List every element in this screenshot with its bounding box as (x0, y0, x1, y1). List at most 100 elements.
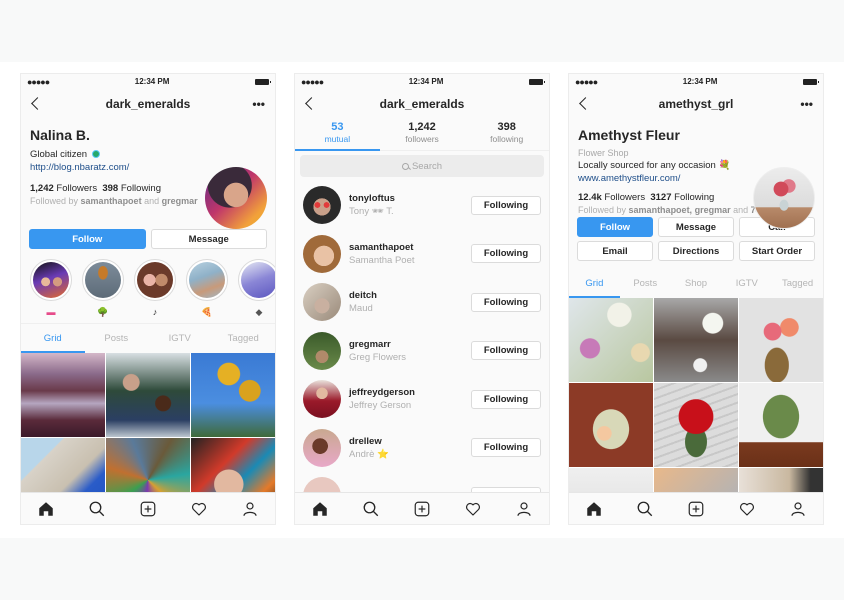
more-options-icon[interactable]: ••• (252, 97, 265, 111)
following-label[interactable]: Following (121, 183, 161, 194)
list-item[interactable]: drellew Andrè ⭐ Following (295, 424, 549, 473)
highlight-item[interactable]: 🌳 (82, 259, 124, 323)
directions-button[interactable]: Directions (658, 241, 734, 261)
message-button[interactable]: Message (658, 217, 734, 237)
followed-by-prefix: Followed by (30, 196, 79, 206)
follow-tabs: 53 mutual 1,242 followers 398 following (295, 119, 549, 151)
followed-by-user[interactable]: gregmar (695, 205, 731, 215)
follow-button[interactable]: Follow (577, 217, 653, 237)
profile-avatar[interactable] (205, 167, 267, 229)
search-icon (401, 162, 409, 170)
tab-posts[interactable]: Posts (620, 268, 671, 298)
user-avatar[interactable] (303, 186, 341, 225)
user-avatar[interactable] (303, 283, 341, 322)
user-avatar[interactable] (303, 428, 341, 467)
list-item[interactable]: gregmarr Greg Flowers Following (295, 327, 549, 376)
user-avatar[interactable] (303, 331, 341, 370)
home-icon[interactable] (309, 498, 331, 520)
search-icon[interactable] (634, 498, 656, 520)
tab-followers[interactable]: 1,242 followers (380, 119, 465, 150)
add-post-icon[interactable] (685, 498, 707, 520)
followers-count[interactable]: 1,242 (30, 183, 54, 194)
followed-by-user[interactable]: samanthapoet (81, 196, 142, 206)
tab-igtv[interactable]: IGTV (148, 324, 212, 353)
email-button[interactable]: Email (577, 241, 653, 261)
tab-posts[interactable]: Posts (85, 324, 149, 353)
following-button[interactable]: Following (471, 438, 541, 458)
grid-photo[interactable] (569, 383, 653, 467)
list-item[interactable]: samanthapoet Samantha Poet Following (295, 230, 549, 279)
username[interactable]: jeffreydgerson (349, 387, 471, 398)
grid-photo[interactable] (739, 383, 823, 467)
username[interactable]: deitch (349, 290, 471, 301)
back-icon[interactable] (303, 95, 319, 113)
following-count[interactable]: 398 (102, 183, 118, 194)
heart-icon[interactable] (462, 498, 484, 520)
followers-label[interactable]: Followers (56, 183, 97, 194)
grid-photo[interactable] (21, 353, 105, 437)
followers-count[interactable]: 12.4k (578, 192, 602, 203)
following-button[interactable]: Following (471, 195, 541, 215)
followed-by-user[interactable]: gregmar (162, 196, 198, 206)
followed-by-user[interactable]: samanthapoet, (629, 205, 693, 215)
list-item[interactable]: jeffreydgerson Jeffrey Gerson Following (295, 375, 549, 424)
grid-photo[interactable] (739, 298, 823, 382)
profile-icon[interactable] (787, 498, 809, 520)
following-button[interactable]: Following (471, 292, 541, 312)
grid-photo[interactable] (569, 298, 653, 382)
profile-icon[interactable] (239, 498, 261, 520)
profile-category: Flower Shop (578, 148, 629, 158)
heart-icon[interactable] (188, 498, 210, 520)
tab-tagged[interactable]: Tagged (212, 324, 276, 353)
tab-tagged[interactable]: Tagged (772, 268, 823, 298)
grid-photo[interactable] (654, 383, 738, 467)
tab-mutual[interactable]: 53 mutual (295, 119, 380, 151)
back-icon[interactable] (29, 95, 45, 113)
highlight-item[interactable]: ◆ (238, 259, 275, 323)
profile-icon[interactable] (513, 498, 535, 520)
bottom-nav (569, 492, 823, 524)
home-icon[interactable] (583, 498, 605, 520)
grid-photo[interactable] (191, 353, 275, 437)
status-bar: ●●●●● 12:34 PM (21, 74, 275, 89)
tab-shop[interactable]: Shop (671, 268, 722, 298)
heart-icon[interactable] (736, 498, 758, 520)
list-item[interactable]: deitch Maud Following (295, 278, 549, 327)
search-icon[interactable] (86, 498, 108, 520)
username[interactable]: tonyloftus (349, 193, 471, 204)
status-time: 12:34 PM (682, 77, 718, 86)
highlight-item[interactable]: 🍕 (186, 259, 228, 323)
list-item[interactable]: tonyloftus Tony 🕶 T. Following (295, 181, 549, 230)
start-order-button[interactable]: Start Order (739, 241, 815, 261)
username[interactable]: samanthapoet (349, 242, 471, 253)
message-button[interactable]: Message (150, 229, 267, 249)
nav-title: dark_emeralds (379, 97, 465, 111)
following-button[interactable]: Following (471, 244, 541, 264)
profile-avatar[interactable] (753, 167, 815, 229)
tab-igtv[interactable]: IGTV (721, 268, 772, 298)
user-avatar[interactable] (303, 380, 341, 419)
search-icon[interactable] (360, 498, 382, 520)
add-post-icon[interactable] (137, 498, 159, 520)
following-label[interactable]: Following (674, 192, 714, 203)
user-avatar[interactable] (303, 234, 341, 273)
following-button[interactable]: Following (471, 389, 541, 409)
search-input[interactable]: Search (300, 155, 544, 177)
grid-photo[interactable] (654, 298, 738, 382)
username[interactable]: gregmarr (349, 339, 471, 350)
home-icon[interactable] (35, 498, 57, 520)
username[interactable]: drellew (349, 436, 471, 447)
tab-grid[interactable]: Grid (21, 324, 85, 353)
follow-button[interactable]: Follow (29, 229, 146, 249)
add-post-icon[interactable] (411, 498, 433, 520)
tab-following[interactable]: 398 following (464, 119, 549, 150)
followers-label[interactable]: Followers (604, 192, 645, 203)
grid-photo[interactable] (106, 353, 190, 437)
following-count[interactable]: 3127 (650, 192, 671, 203)
following-button[interactable]: Following (471, 341, 541, 361)
tab-grid[interactable]: Grid (569, 268, 620, 298)
highlight-item[interactable]: ♪ (134, 259, 176, 323)
highlight-item[interactable]: ▬ (30, 259, 72, 323)
back-icon[interactable] (577, 95, 593, 113)
more-options-icon[interactable]: ••• (800, 97, 813, 111)
